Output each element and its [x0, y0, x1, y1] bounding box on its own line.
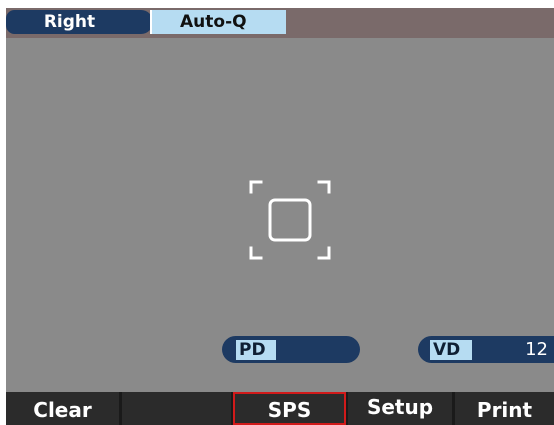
function-key-bar: Clear SPS Setup Print — [6, 392, 554, 425]
print-button-label: Print — [476, 398, 533, 422]
vd-value: 12 — [525, 339, 548, 360]
focus-reticle-icon — [249, 180, 331, 260]
reticle-corner-bottom-left — [249, 246, 263, 260]
measurement-mode-label: Auto-Q — [180, 12, 247, 32]
sps-button-label: SPS — [267, 398, 312, 422]
clear-button[interactable]: Clear — [6, 392, 119, 425]
eye-selector-tab[interactable]: Right — [6, 10, 153, 34]
setup-button-label: Setup — [366, 395, 434, 419]
top-status-bar: Right Auto-Q — [6, 8, 554, 38]
pd-label: PD — [236, 340, 276, 360]
clear-button-label: Clear — [33, 398, 92, 422]
blank-function-button[interactable] — [122, 392, 231, 425]
device-screen: Right Auto-Q PD VD 12 Clear SPS Setup Pr… — [6, 8, 554, 425]
print-button[interactable]: Print — [455, 392, 554, 425]
reticle-corner-bottom-right — [317, 246, 331, 260]
reticle-center-square — [268, 198, 312, 242]
pd-readout: PD — [222, 336, 360, 363]
sps-button[interactable]: SPS — [233, 392, 346, 425]
reticle-corner-top-left — [249, 180, 263, 194]
eye-selector-label: Right — [43, 12, 96, 32]
vd-label: VD — [430, 340, 472, 360]
vd-readout: VD 12 — [418, 336, 554, 363]
setup-button[interactable]: Setup — [348, 392, 452, 425]
measurement-mode-tab[interactable]: Auto-Q — [150, 10, 286, 34]
reticle-corner-top-right — [317, 180, 331, 194]
